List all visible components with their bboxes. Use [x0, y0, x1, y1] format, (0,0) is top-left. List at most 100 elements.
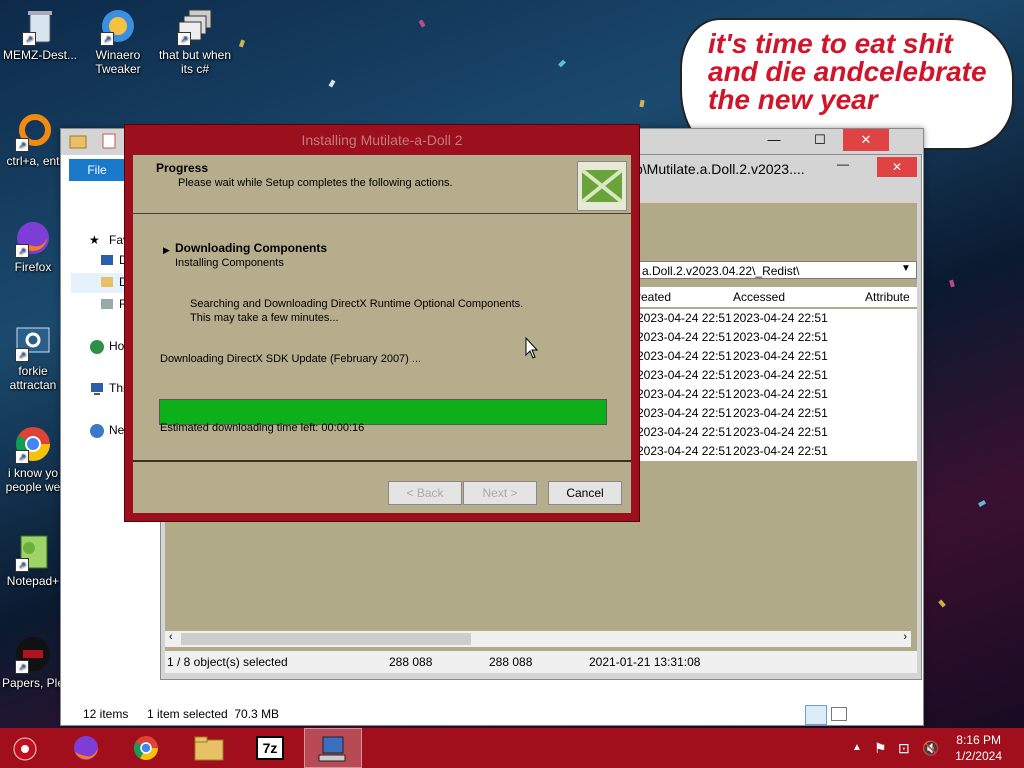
table-row[interactable]: 2023-04-24 22:51 2023-04-24 22:51	[637, 309, 917, 328]
current-action: Downloading DirectX SDK Update (February…	[160, 353, 422, 365]
taskbar-7zip[interactable]: 7z	[242, 728, 300, 768]
shortcut-arrow-icon: ↗	[100, 32, 114, 46]
taskbar-setup[interactable]	[304, 728, 362, 768]
desktop-icon-memz[interactable]: ↗ MEMZ-Dest...	[0, 6, 80, 62]
notepadpp-icon: ↗	[13, 532, 53, 572]
show-hidden-icons-icon[interactable]: ▲	[852, 742, 862, 753]
desktop-icon-that-but-when[interactable]: ↗ that but when its c#	[155, 6, 235, 76]
confetti	[238, 39, 246, 48]
confetti	[949, 279, 955, 288]
desktop-icon-label: forkie attractan	[9, 364, 57, 392]
folder-icon	[194, 736, 224, 765]
cell-accessed: 2023-04-24 22:51	[733, 406, 828, 420]
shortcut-arrow-icon: ↗	[22, 32, 36, 46]
cancel-button[interactable]: Cancel	[548, 481, 622, 505]
archive-minimize-button[interactable]: —	[837, 157, 849, 171]
table-row[interactable]: 2023-04-24 22:51 2023-04-24 22:51	[637, 423, 917, 442]
chevron-down-icon[interactable]: ▼	[901, 263, 911, 274]
detail-line-1: Searching and Downloading DirectX Runtim…	[190, 298, 524, 310]
column-accessed[interactable]: Accessed	[733, 287, 785, 307]
cell-created: 2023-04-24 22:51	[637, 444, 732, 458]
table-row[interactable]: 2023-04-24 22:51 2023-04-24 22:51	[637, 328, 917, 347]
shortcut-arrow-icon: ↗	[15, 244, 29, 258]
desktop-icon-ctrl-a[interactable]: ↗ ctrl+a, ent	[0, 112, 66, 168]
volume-muted-icon[interactable]: 🔇	[922, 740, 939, 757]
status-item-count: 12 items	[83, 707, 129, 721]
table-row[interactable]: 2023-04-24 22:51 2023-04-24 22:51	[637, 385, 917, 404]
time-left: Estimated downloading time left: 00:00:1…	[160, 422, 365, 434]
explorer-maximize-button[interactable]: ☐	[797, 129, 843, 151]
shortcut-arrow-icon: ↗	[15, 450, 29, 464]
archive-status-bar: 1 / 8 object(s) selected 288 088 288 088…	[165, 651, 917, 673]
detail-line-2: This may take a few minutes...	[190, 312, 339, 324]
shortcut-arrow-icon: ↗	[15, 558, 29, 572]
cell-created: 2023-04-24 22:51	[637, 425, 732, 439]
action-center-flag-icon[interactable]: ⚑	[874, 740, 887, 757]
archive-path-field[interactable]: a.Doll.2.v2023.04.22\_Redist\	[637, 261, 917, 279]
installer-title[interactable]: Installing Mutilate-a-Doll 2	[125, 125, 639, 155]
cell-created: 2023-04-24 22:51	[637, 311, 732, 325]
divider	[133, 460, 631, 462]
mouse-cursor-icon	[525, 336, 539, 362]
clock-date: 1/2/2024	[955, 749, 1002, 763]
installer-client-area: Progress Please wait while Setup complet…	[133, 155, 631, 513]
ribbon-file-tab[interactable]: File	[69, 159, 125, 181]
horizontal-scrollbar[interactable]: ‹ ›	[165, 631, 911, 647]
desktop-icon-winaero[interactable]: ↗ Winaero Tweaker	[78, 6, 158, 76]
explorer-minimize-button[interactable]: —	[751, 129, 797, 151]
desktop-icon-notepadpp[interactable]: ↗ Notepad+	[0, 532, 66, 588]
gear-monitor-icon: ↗	[13, 322, 53, 362]
status-modified: 2021-01-21 13:31:08	[589, 655, 701, 669]
archive-close-button[interactable]: ✕	[877, 157, 917, 177]
large-icons-view-icon[interactable]	[831, 707, 847, 721]
taskbar-firefox[interactable]	[58, 728, 116, 768]
desktop-icon-chrome[interactable]: ↗ i know yo people we	[0, 424, 66, 494]
cell-created: 2023-04-24 22:51	[637, 406, 732, 420]
cell-created: 2023-04-24 22:51	[637, 368, 732, 382]
table-row[interactable]: 2023-04-24 22:51 2023-04-24 22:51	[637, 404, 917, 423]
firefox-icon: ↗	[13, 218, 53, 258]
status-selection: 1 item selected 70.3 MB	[147, 707, 280, 721]
homegroup-icon	[89, 339, 105, 358]
setup-computer-icon	[317, 735, 347, 766]
properties-icon[interactable]	[101, 133, 117, 152]
table-row[interactable]: 2023-04-24 22:51 2023-04-24 22:51	[637, 347, 917, 366]
start-button[interactable]	[0, 728, 58, 768]
column-attributes[interactable]: Attribute	[865, 287, 910, 307]
folder-icon	[101, 277, 113, 287]
header-subtitle: Please wait while Setup completes the fo…	[178, 177, 453, 189]
details-view-icon[interactable]	[805, 705, 827, 725]
confetti	[938, 599, 946, 608]
desktop-icon	[101, 255, 113, 265]
column-created[interactable]: reated	[637, 287, 671, 307]
next-button[interactable]: Next >	[463, 481, 537, 505]
desktop-icon-papers-please[interactable]: ↗ Papers, Ple	[0, 634, 66, 690]
cell-accessed: 2023-04-24 22:51	[733, 311, 828, 325]
confetti	[418, 19, 426, 28]
table-row[interactable]: 2023-04-24 22:51 2023-04-24 22:51	[637, 366, 917, 385]
scrollbar-thumb[interactable]	[181, 633, 471, 645]
desktop-icon-firefox[interactable]: ↗ Firefox	[0, 218, 66, 274]
status-packed-size: 288 088	[489, 655, 533, 669]
system-clock[interactable]: 8:16 PM 1/2/2024	[955, 732, 1002, 764]
desktop-icon-forkie[interactable]: ↗ forkie attractan	[0, 322, 66, 392]
scroll-left-arrow-icon[interactable]: ‹	[169, 631, 173, 643]
folder-icon	[69, 133, 87, 152]
back-button[interactable]: < Back	[388, 481, 462, 505]
explorer-close-button[interactable]: ✕	[843, 129, 889, 151]
star-icon: ★	[89, 233, 100, 247]
scroll-right-arrow-icon[interactable]: ›	[903, 631, 907, 643]
desktop-icon-label: i know yo people we	[5, 466, 61, 494]
step-subtitle: Installing Components	[175, 257, 284, 269]
confetti	[639, 99, 645, 108]
table-row[interactable]: 2023-04-24 22:51 2023-04-24 22:51	[637, 442, 917, 461]
cell-accessed: 2023-04-24 22:51	[733, 368, 828, 382]
nav-item-network[interactable]: Ne	[109, 423, 124, 437]
taskbar-file-explorer[interactable]	[180, 728, 238, 768]
nav-item-homegroup[interactable]: Ho	[109, 339, 124, 353]
installer-header: Progress Please wait while Setup complet…	[133, 155, 631, 214]
speech-bubble-text: it's time to eat shit and die andcelebra…	[708, 28, 987, 115]
taskbar-chrome[interactable]	[118, 728, 176, 768]
network-icon[interactable]: ⊡	[898, 740, 910, 757]
cell-accessed: 2023-04-24 22:51	[733, 444, 828, 458]
